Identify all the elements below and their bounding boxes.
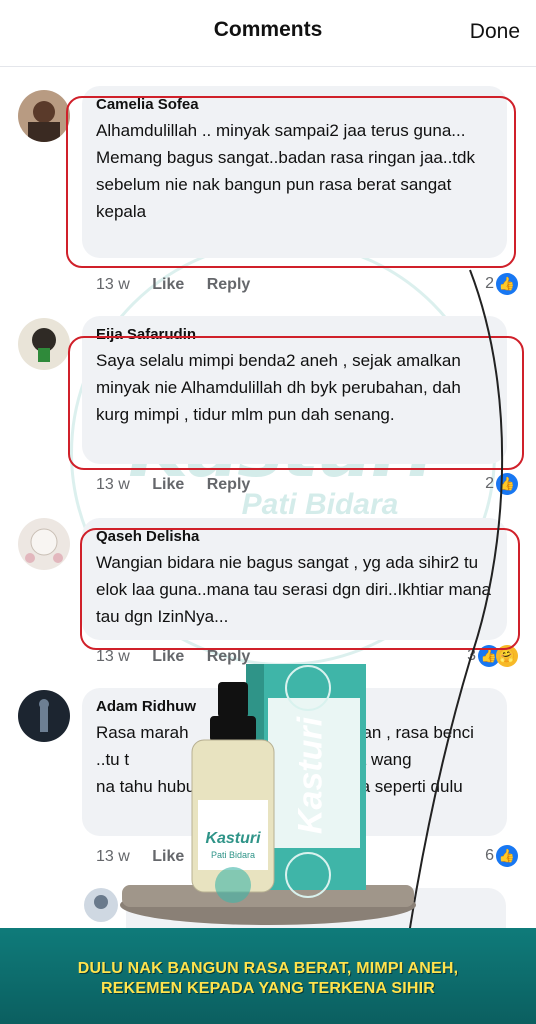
promo-banner: DULU NAK BANGUN RASA BERAT, MIMPI ANEH, …	[0, 928, 536, 1024]
banner-line-1: DULU NAK BANGUN RASA BERAT, MIMPI ANEH,	[77, 960, 459, 977]
product-image: Kasturi Pati Bidara Kasturi	[118, 660, 418, 930]
product-brand: Kasturi	[205, 830, 261, 847]
product-sub: Pati Bidara	[210, 850, 256, 860]
box-brand: Kasturi	[291, 716, 330, 835]
banner-line-2: REKEMEN KEPADA YANG TERKENA SIHIR	[100, 980, 436, 997]
